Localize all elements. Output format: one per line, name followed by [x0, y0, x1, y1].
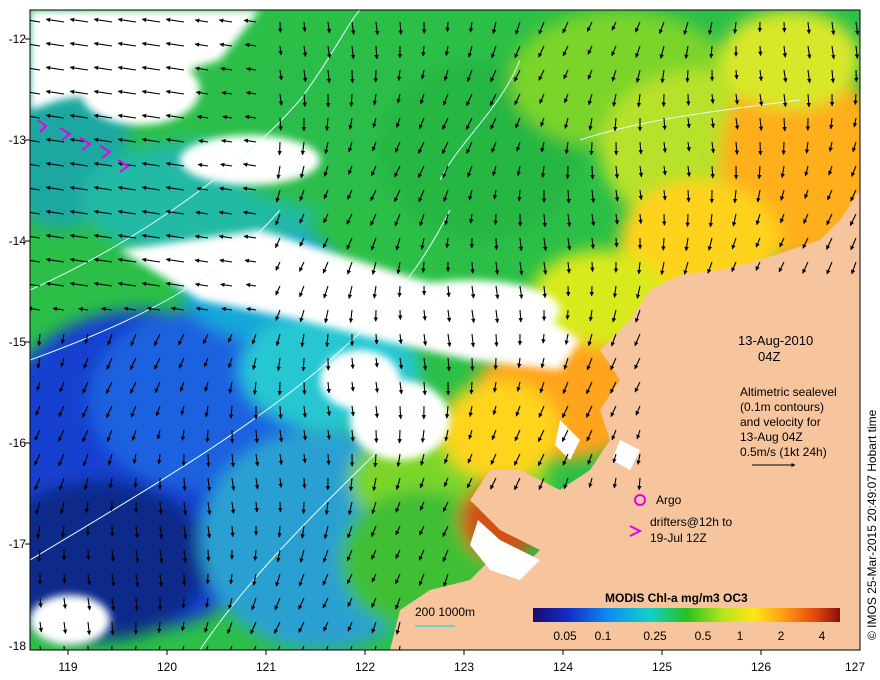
lon-tick: 120 — [157, 660, 177, 674]
lat-axis: -12 -13 -14 -15 -16 -17 -18 — [9, 32, 27, 653]
velocity-arrow — [758, 141, 763, 156]
velocity-arrow — [470, 357, 475, 372]
lon-tick: 124 — [553, 660, 573, 674]
velocity-arrow — [397, 429, 402, 444]
date-label: 13-Aug-2010 — [738, 333, 813, 348]
velocity-arrow — [350, 69, 355, 84]
velocity-arrow — [398, 405, 403, 420]
velocity-arrow — [493, 213, 498, 226]
cb-tick: 2 — [778, 629, 785, 643]
velocity-arrow — [494, 237, 499, 251]
time-label: 04Z — [758, 349, 780, 364]
lat-tick: -12 — [9, 32, 27, 46]
info-line-4: 13-Aug 04Z — [740, 430, 803, 444]
velocity-arrow — [493, 357, 498, 370]
velocity-arrow — [781, 141, 786, 156]
lon-tick: 121 — [256, 660, 276, 674]
velocity-arrow — [686, 93, 691, 106]
lat-tick: -18 — [9, 639, 27, 653]
velocity-arrow — [206, 453, 211, 468]
velocity-arrow — [301, 357, 306, 372]
lon-tick: 127 — [845, 660, 865, 674]
velocity-arrow — [205, 429, 210, 443]
cb-tick: 4 — [819, 629, 826, 643]
velocity-arrow — [374, 429, 379, 444]
lat-tick: -15 — [9, 335, 27, 349]
velocity-arrow — [590, 165, 595, 180]
bathy-label: 200 1000m — [415, 605, 475, 619]
colorbar-title: MODIS Chl-a mg/m3 OC3 — [605, 591, 748, 605]
info-line-5: 0.5m/s (1kt 24h) — [740, 445, 827, 459]
lon-tick: 119 — [58, 660, 77, 674]
velocity-arrow — [302, 381, 307, 395]
lat-tick: -13 — [9, 133, 27, 147]
info-line-1: Altimetric sealevel — [740, 385, 837, 399]
velocity-arrow — [614, 237, 619, 248]
cb-tick: 0.05 — [553, 629, 577, 643]
velocity-arrow — [111, 645, 113, 650]
velocity-arrow — [590, 261, 595, 272]
velocity-arrow — [445, 21, 450, 33]
velocity-arrow — [685, 213, 690, 228]
lat-tick: -17 — [9, 537, 27, 551]
velocity-arrow — [110, 525, 115, 537]
velocity-arrow — [589, 141, 594, 156]
velocity-arrow — [686, 189, 691, 203]
velocity-arrow — [758, 45, 763, 57]
cb-tick: 1 — [737, 629, 744, 643]
velocity-arrow — [206, 549, 211, 562]
velocity-arrow — [301, 501, 306, 514]
cb-tick: 0.5 — [695, 629, 712, 643]
colorbar — [533, 608, 840, 622]
lon-axis: 119 120 121 122 123 124 125 126 127 — [58, 660, 865, 674]
lon-tick: 123 — [454, 660, 474, 674]
cb-tick: 0.25 — [643, 629, 667, 643]
velocity-arrow — [277, 141, 282, 156]
credit-label: © IMOS 25-Mar-2015 20:49:07 Hobart time — [865, 409, 879, 640]
velocity-arrow — [86, 549, 91, 561]
argo-label: Argo — [656, 493, 682, 507]
lat-tick: -16 — [9, 436, 27, 450]
velocity-arrow — [109, 501, 114, 512]
velocity-arrow — [685, 69, 690, 83]
info-line-3: and velocity for — [740, 415, 821, 429]
velocity-arrow — [302, 477, 307, 489]
lon-tick: 126 — [751, 660, 771, 674]
cb-tick: 0.1 — [595, 629, 612, 643]
lat-tick: -14 — [9, 234, 27, 248]
velocity-arrow — [494, 333, 499, 347]
velocity-arrow — [782, 21, 787, 33]
velocity-arrow — [565, 309, 570, 320]
info-line-2: (0.1m contours) — [740, 400, 824, 414]
lon-tick: 122 — [355, 660, 375, 674]
velocity-arrow — [853, 93, 858, 105]
velocity-arrow — [374, 333, 379, 345]
velocity-arrow — [397, 285, 402, 298]
drifters-label-1: drifters@12h to — [650, 515, 733, 529]
velocity-arrow — [181, 597, 186, 609]
velocity-arrow — [87, 645, 89, 650]
ocean-chlorophyll-map: Argo drifters@12h to 19-Jul 12Z 13-Aug-2… — [9, 9, 879, 674]
lon-tick: 125 — [652, 660, 672, 674]
drifters-label-2: 19-Jul 12Z — [650, 531, 707, 545]
